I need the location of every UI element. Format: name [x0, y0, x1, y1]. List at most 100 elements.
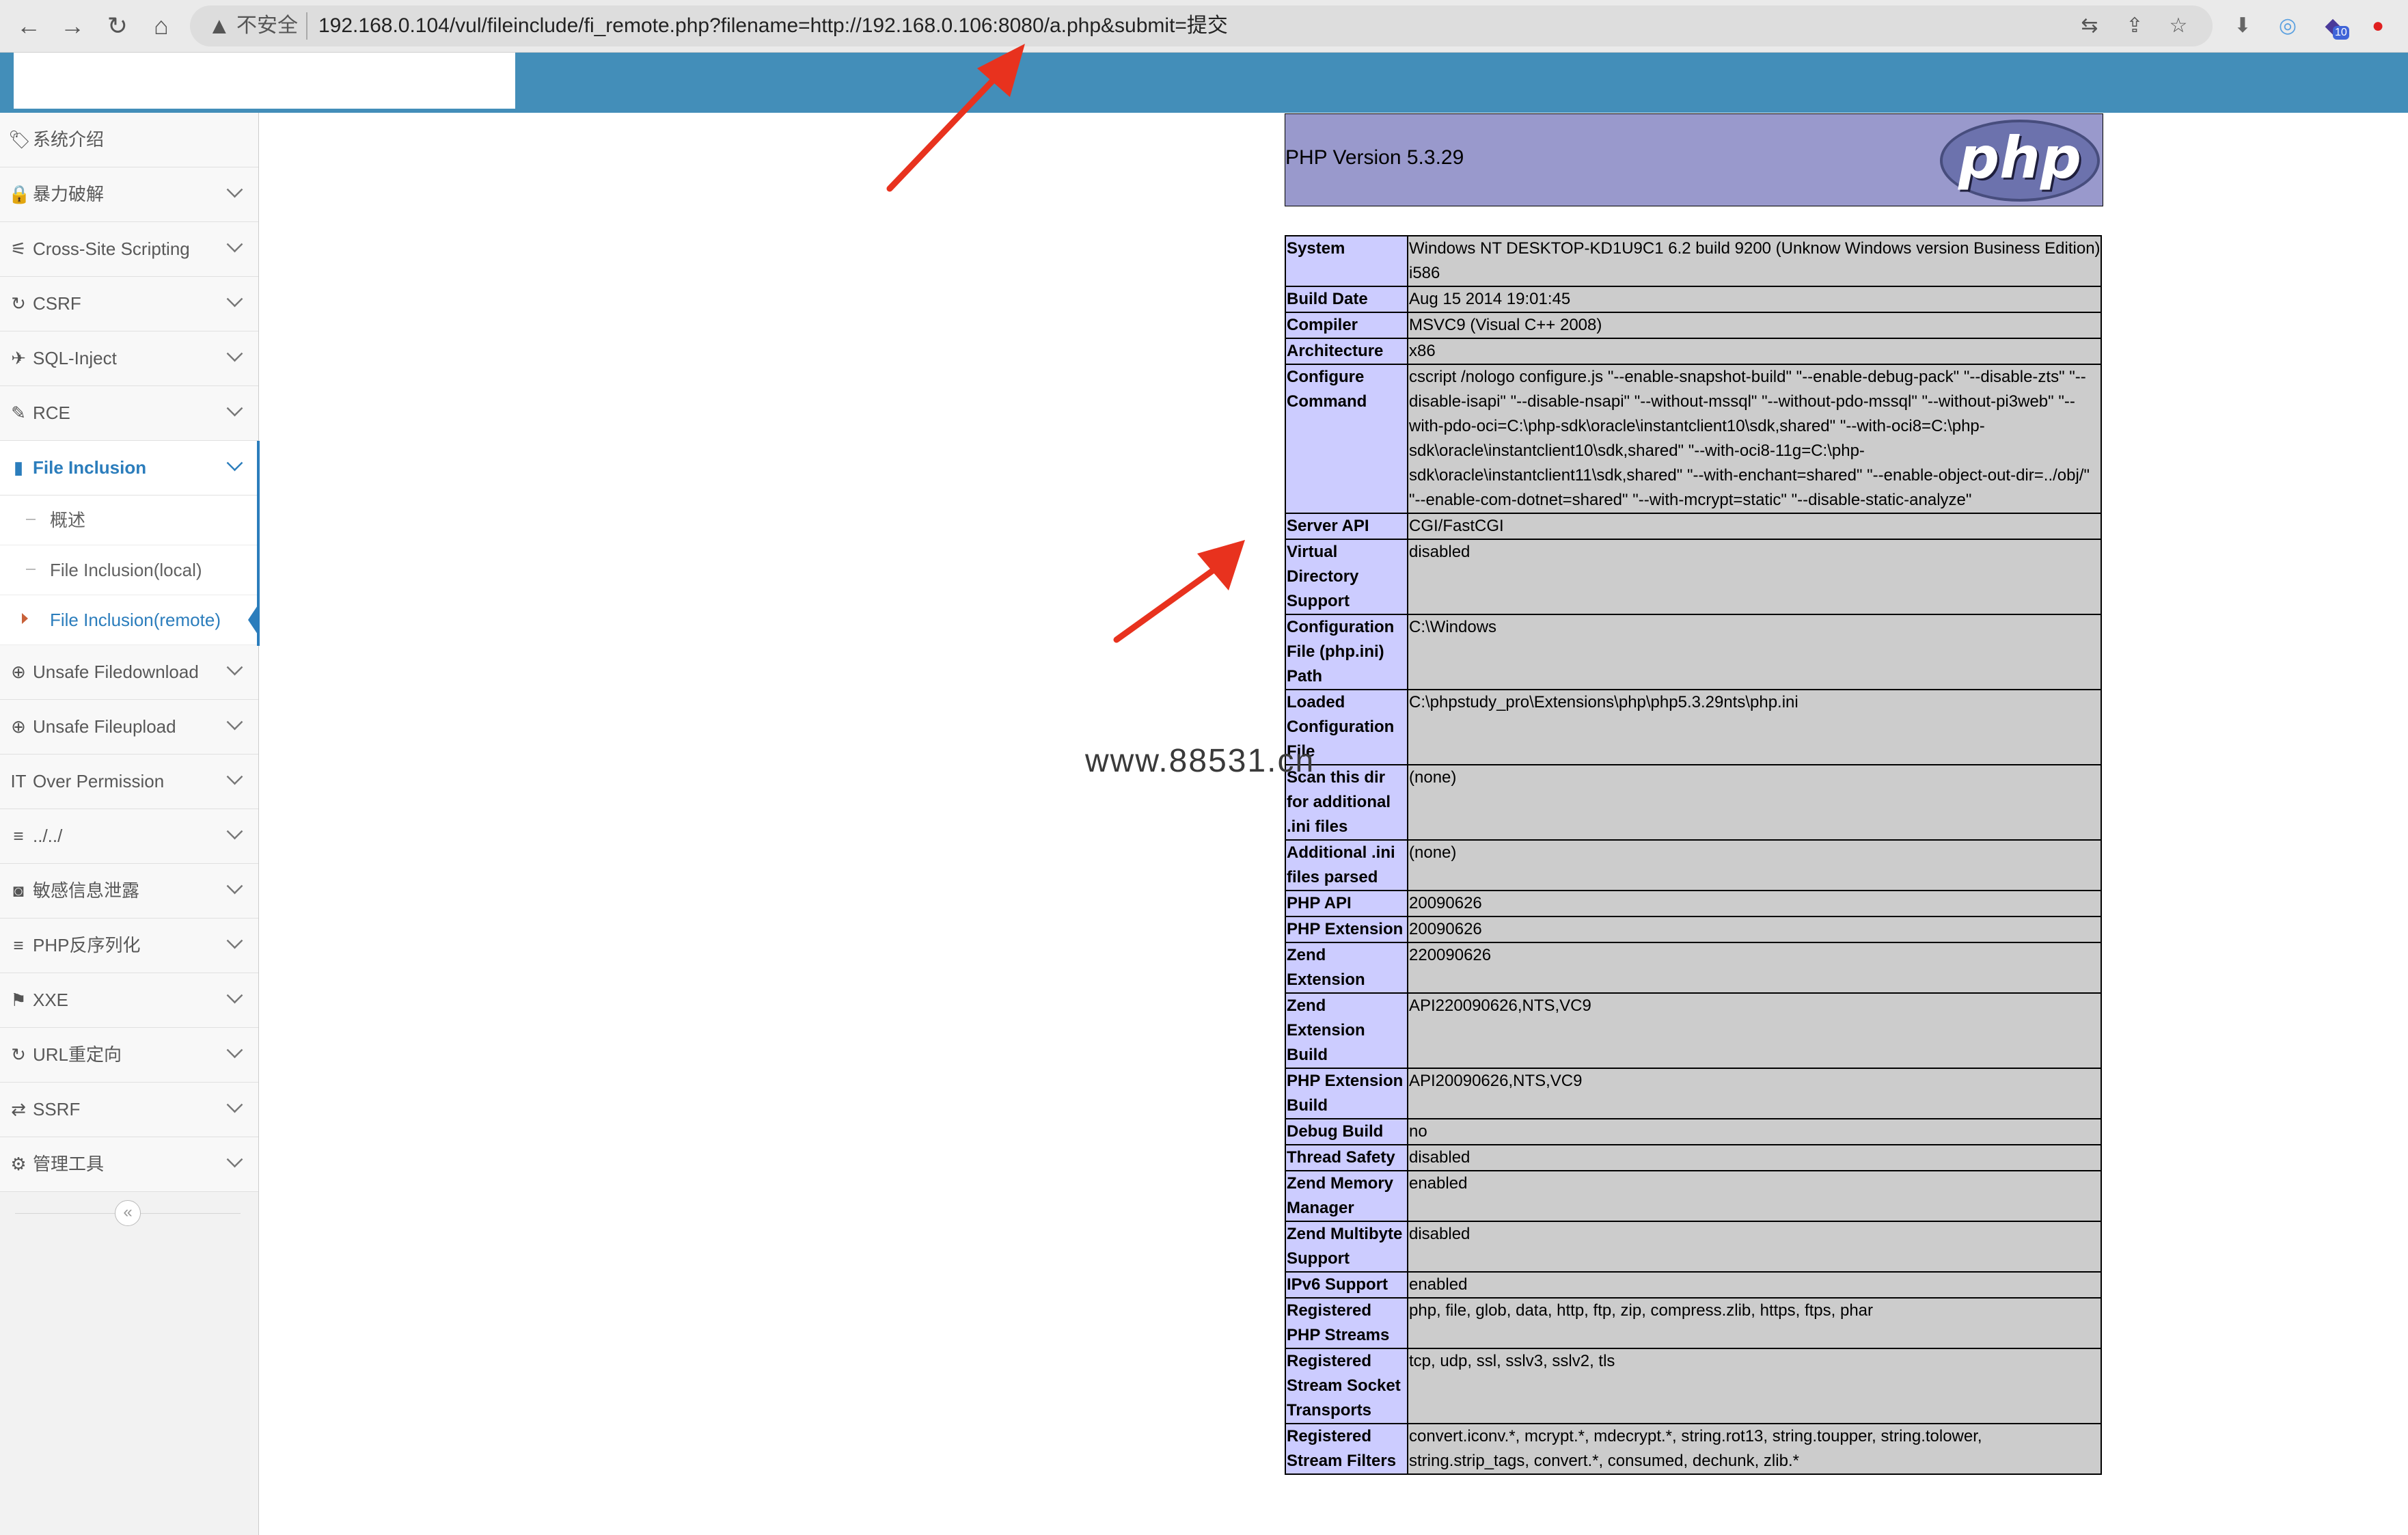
bookmark-star-icon[interactable]: ☆ [2165, 12, 2192, 40]
chevron-down-icon [226, 236, 243, 253]
phpinfo-row: Configure Command cscript /nologo configu… [1285, 364, 2102, 514]
sidebar-item-sqli[interactable]: ✈ SQL-Inject [0, 331, 258, 386]
phpinfo-row: Virtual Directory Support disabled [1285, 539, 2102, 615]
sidebar-item-unsafe-upload[interactable]: ⊕ Unsafe Fileupload [0, 700, 258, 755]
phpinfo-value: C:\Windows [1407, 614, 2102, 690]
sidebar-item-admin-tools[interactable]: ⚙ 管理工具 [0, 1137, 258, 1192]
phpinfo-key: Zend Multibyte Support [1285, 1221, 1408, 1273]
sidebar-item-intro[interactable]: 🏷 系统介绍 [0, 113, 258, 167]
sidebar-item-info-leak[interactable]: ◙ 敏感信息泄露 [0, 864, 258, 919]
phpinfo-key: Registered PHP Streams [1285, 1297, 1408, 1349]
sidebar-item-csrf[interactable]: ↻ CSRF [0, 277, 258, 331]
phpinfo-key: Registered Stream Socket Transports [1285, 1348, 1408, 1424]
phpinfo-value: no [1407, 1118, 2102, 1145]
phpinfo-row: Zend Extension 220090626 [1285, 942, 2102, 994]
chevron-down-icon [226, 823, 243, 840]
sidebar-item-rce[interactable]: ✎ RCE [0, 386, 258, 441]
sidebar-item-xss[interactable]: ⚟ Cross-Site Scripting [0, 222, 258, 277]
phpinfo-value: php, file, glob, data, http, ftp, zip, c… [1407, 1297, 2102, 1349]
phpinfo-value: Aug 15 2014 19:01:45 [1407, 286, 2102, 313]
share-square-icon: ↻ [11, 293, 26, 314]
text-height-icon: IT [10, 771, 27, 791]
phpinfo-row: Debug Build no [1285, 1118, 2102, 1145]
align-left-icon: ≡ [13, 826, 24, 846]
chevron-down-icon [226, 181, 243, 198]
lock-icon: 🔒 [8, 184, 31, 204]
sidebar-item-ssrf[interactable]: ⇄ SSRF [0, 1083, 258, 1137]
translate-icon[interactable]: ⇆ [2076, 12, 2103, 40]
sidebar-item-label: File Inclusion [33, 457, 147, 478]
phpinfo-value: disabled [1407, 1144, 2102, 1171]
download-icon[interactable]: ⬇ [2228, 11, 2258, 41]
php-logo-text: php [1958, 124, 2082, 191]
submenu-item-fi-local[interactable]: File Inclusion(local) [0, 545, 258, 595]
insecure-label[interactable]: 不安全 [236, 11, 298, 41]
camera-icon: ◙ [13, 880, 24, 901]
sidebar-item-url-redirect[interactable]: ↻ URL重定向 [0, 1028, 258, 1083]
chevron-down-icon [226, 659, 243, 676]
phpinfo-row: PHP Extension Build API20090626,NTS,VC9 [1285, 1068, 2102, 1119]
watermark-text: www.88531.cn [1085, 743, 1315, 779]
extension-badge-icon[interactable]: ◆ 10 [2318, 11, 2349, 41]
sidebar-item-label: Over Permission [33, 771, 165, 791]
double-chevron-left-icon[interactable]: « [115, 1200, 141, 1226]
exchange-icon: ⇄ [11, 1099, 26, 1119]
sidebar-item-dir-traversal[interactable]: ≡ ../../ [0, 809, 258, 864]
phpinfo-row: Registered PHP Streams php, file, glob, d… [1285, 1297, 2102, 1349]
sidebar-item-label: XXE [33, 990, 69, 1010]
sidebar-item-label: Cross-Site Scripting [33, 239, 190, 259]
submenu-item-fi-remote[interactable]: File Inclusion(remote) [0, 595, 259, 645]
sidebar-item-label: 暴力破解 [33, 184, 105, 204]
active-section-indicator [257, 441, 260, 646]
phpinfo-row: Zend Extension Build API220090626,NTS,VC9 [1285, 992, 2102, 1069]
submenu-item-overview[interactable]: 概述 [0, 495, 258, 545]
home-icon[interactable]: ⌂ [145, 10, 178, 42]
sidebar-item-label: 敏感信息泄露 [33, 880, 140, 901]
forward-icon[interactable]: → [56, 10, 89, 42]
list-icon: ≡ [13, 935, 24, 955]
phpinfo-header: PHP Version 5.3.29 php [1285, 113, 2103, 206]
sidebar-item-unsafe-download[interactable]: ⊕ Unsafe Filedownload [0, 645, 258, 700]
chevron-down-icon [226, 768, 243, 785]
chevron-down-icon [226, 1096, 243, 1113]
phpinfo-key: PHP API [1285, 890, 1408, 917]
phpinfo-value: convert.iconv.*, mcrypt.*, mdecrypt.*, s… [1407, 1423, 2102, 1475]
chevron-down-icon [226, 714, 243, 731]
phpinfo-value: (none) [1407, 764, 2102, 841]
chevron-down-icon [226, 454, 243, 472]
phpinfo-value: cscript /nologo configure.js "--enable-s… [1407, 364, 2102, 514]
sidebar: 🏷 系统介绍 🔒 暴力破解 ⚟ Cross-Site Scripting ↻ C… [0, 113, 259, 1535]
reload-icon[interactable]: ↻ [101, 10, 134, 42]
sidebar-item-label: RCE [33, 403, 70, 423]
phpinfo-value: 20090626 [1407, 916, 2102, 943]
download-circle-icon: ⊕ [11, 662, 26, 682]
chevron-down-icon [226, 932, 243, 949]
sidebar-item-file-inclusion[interactable]: ▮ File Inclusion [0, 441, 258, 495]
sidebar-item-bruteforce[interactable]: 🔒 暴力破解 [0, 167, 258, 222]
back-icon[interactable]: ← [12, 10, 45, 42]
phpinfo-value: MSVC9 (Visual C++ 2008) [1407, 312, 2102, 339]
sidebar-item-php-unserialize[interactable]: ≡ PHP反序列化 [0, 919, 258, 973]
extension-red-icon[interactable]: ● [2363, 11, 2393, 41]
phpinfo-key: PHP Extension [1285, 916, 1408, 943]
phpinfo-row: Zend Multibyte Support disabled [1285, 1221, 2102, 1273]
php-logo[interactable]: php [1940, 120, 2100, 202]
sidebar-item-xxe[interactable]: ⚑ XXE [0, 973, 258, 1028]
phpinfo-table: System Windows NT DESKTOP-KD1U9C1 6.2 bui… [1285, 235, 2102, 1475]
phpinfo-key: IPv6 Support [1285, 1271, 1408, 1299]
phpinfo-value: enabled [1407, 1271, 2102, 1299]
app-header [0, 53, 2408, 113]
phpinfo-key: Configuration File (php.ini) Path [1285, 614, 1408, 690]
sidebar-item-over-permission[interactable]: IT Over Permission [0, 755, 258, 809]
share-icon[interactable]: ⇪ [2121, 12, 2148, 40]
phpinfo-row: Registered Stream Socket Transports tcp, … [1285, 1348, 2102, 1424]
phpinfo-value: (none) [1407, 839, 2102, 891]
address-bar[interactable]: ▲ 不安全 192.168.0.104/vul/fileinclude/fi_r… [190, 5, 2213, 46]
warning-icon[interactable]: ▲ [208, 11, 231, 41]
url-text[interactable]: 192.168.0.104/vul/fileinclude/fi_remote.… [318, 11, 1228, 41]
sidebar-item-label: Unsafe Fileupload [33, 716, 176, 737]
pencil-icon: ✎ [11, 403, 26, 423]
extension-circle-icon[interactable]: ◎ [2273, 11, 2303, 41]
sidebar-item-label: PHP反序列化 [33, 935, 141, 955]
phpinfo-value: disabled [1407, 1221, 2102, 1273]
